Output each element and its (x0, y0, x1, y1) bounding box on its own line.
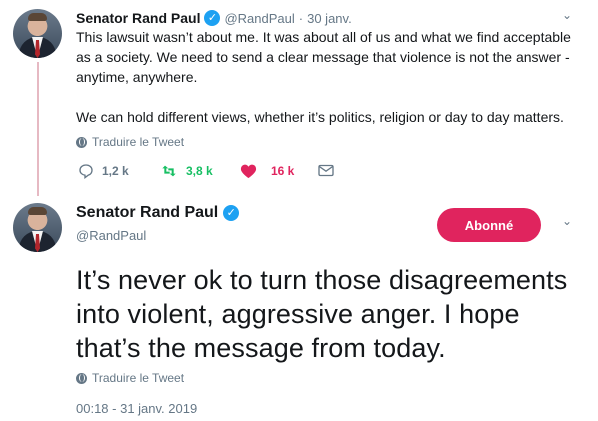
separator: · (298, 10, 304, 26)
avatar[interactable] (13, 203, 62, 252)
globe-icon (76, 136, 87, 148)
dm-action[interactable] (318, 164, 334, 177)
tweet2-text: It’s never ok to turn those disagreement… (76, 265, 568, 363)
like-action[interactable]: 16 k (240, 163, 294, 179)
translate-link[interactable]: Traduire le Tweet (76, 371, 184, 385)
avatar-hair (28, 207, 47, 215)
heart-icon (240, 164, 257, 179)
verified-badge-icon: ✓ (204, 10, 221, 26)
reply-count: 1,2 k (102, 164, 129, 178)
reply-action[interactable]: 1,2 k (78, 163, 129, 179)
author-name[interactable]: Senator Rand Paul (76, 10, 200, 26)
author-handle[interactable]: @RandPaul (224, 11, 294, 26)
chevron-down-icon[interactable]: ⌄ (562, 214, 572, 228)
tweet-timestamp[interactable]: 00:18 - 31 janv. 2019 (76, 401, 197, 416)
like-count: 16 k (271, 164, 295, 178)
tweet2-header: Senator Rand Paul ✓ (76, 204, 240, 222)
avatar[interactable] (13, 9, 62, 58)
translate-link[interactable]: Traduire le Tweet (76, 135, 184, 149)
author-name[interactable]: Senator Rand Paul (76, 204, 218, 222)
thread-line (37, 62, 39, 196)
tweet-date[interactable]: 30 janv. (307, 11, 352, 26)
envelope-icon (318, 164, 334, 177)
following-button[interactable]: Abonné (437, 208, 541, 242)
author-handle[interactable]: @RandPaul (76, 228, 146, 243)
retweet-icon (162, 165, 176, 177)
reply-icon (79, 164, 93, 179)
tweet1-text: This lawsuit wasn’t about me. It was abo… (76, 29, 571, 125)
retweet-count: 3,8 k (186, 164, 213, 178)
chevron-down-icon[interactable]: ⌄ (562, 8, 572, 22)
globe-icon (76, 372, 87, 384)
retweet-action[interactable]: 3,8 k (160, 163, 213, 179)
avatar-hair (28, 13, 47, 21)
verified-badge-icon: ✓ (223, 205, 240, 221)
tweet1-header: Senator Rand Paul ✓ @RandPaul · 30 janv. (76, 10, 352, 26)
translate-label: Traduire le Tweet (92, 371, 185, 385)
translate-label: Traduire le Tweet (92, 135, 185, 149)
